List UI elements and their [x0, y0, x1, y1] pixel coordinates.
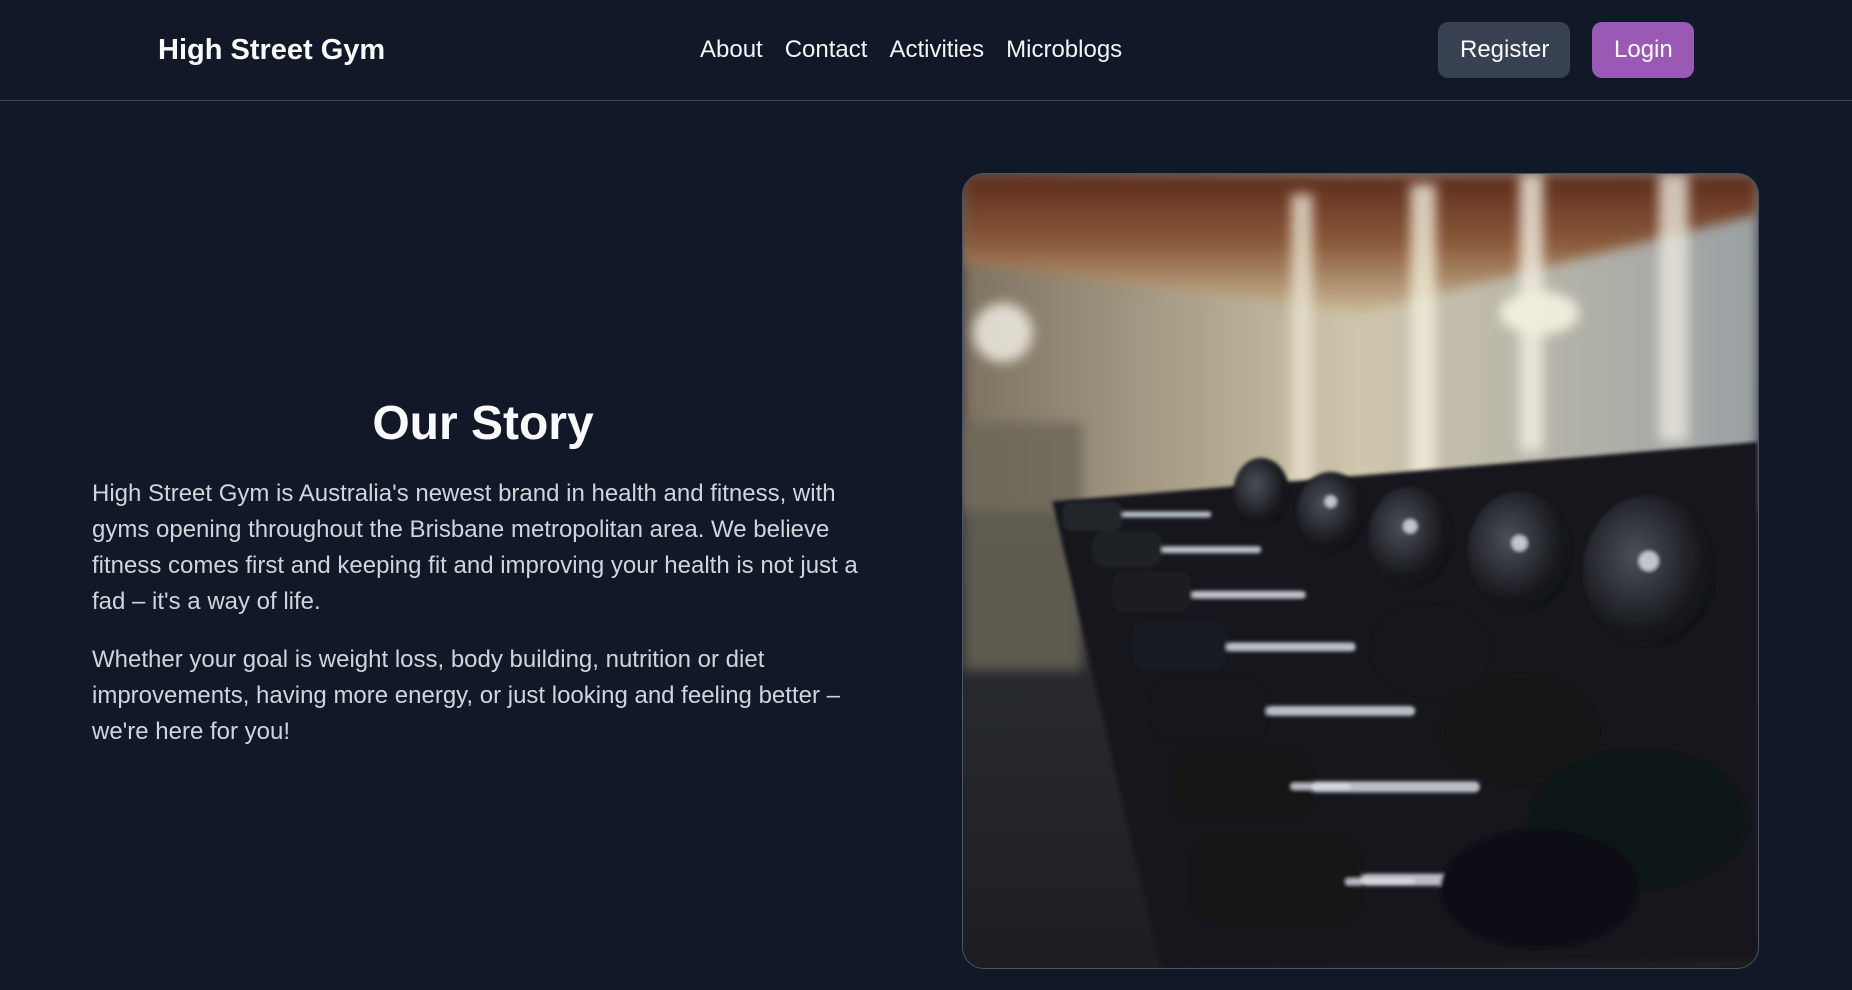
navbar: High Street Gym About Contact Activities… — [0, 0, 1852, 101]
nav-links: About Contact Activities Microblogs — [700, 32, 1122, 68]
story-paragraph-2: Whether your goal is weight loss, body b… — [92, 646, 840, 745]
our-story-section: Our Story High Street Gym is Australia's… — [92, 392, 892, 772]
register-button[interactable]: Register — [1438, 22, 1570, 78]
story-paragraph-1: High Street Gym is Australia's newest br… — [92, 480, 858, 615]
nav-link-activities[interactable]: Activities — [889, 32, 984, 68]
dumbbell-rack-illustration — [963, 174, 1758, 968]
login-button[interactable]: Login — [1592, 22, 1694, 78]
brand-logo-link[interactable]: High Street Gym — [158, 32, 385, 68]
nav-link-contact[interactable]: Contact — [785, 32, 868, 68]
gym-dumbbell-rack-image — [962, 173, 1759, 969]
nav-link-microblogs[interactable]: Microblogs — [1006, 32, 1122, 68]
nav-link-about[interactable]: About — [700, 32, 763, 68]
story-title: Our Story — [372, 397, 594, 450]
